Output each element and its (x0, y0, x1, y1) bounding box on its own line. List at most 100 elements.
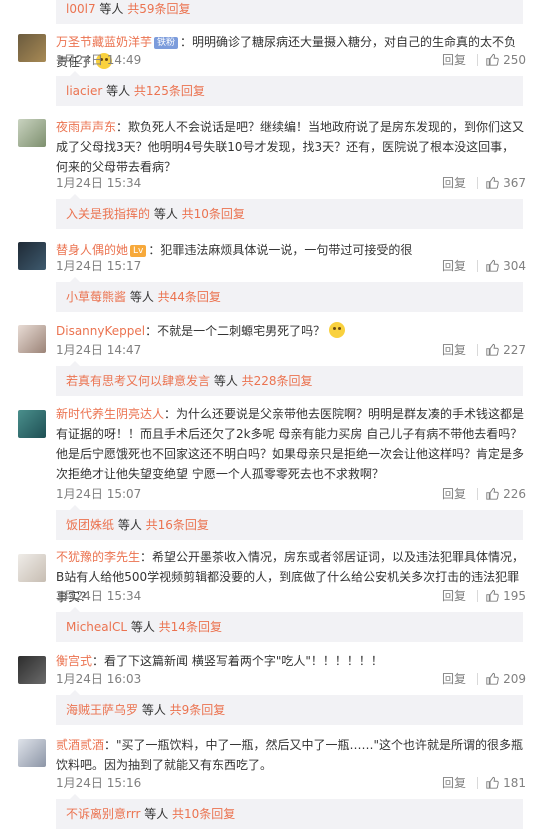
like-count: 304 (503, 259, 526, 273)
like-count: 227 (503, 343, 526, 357)
avatar[interactable] (18, 34, 46, 62)
sub-reply-user[interactable]: 不诉离别意rrr (66, 807, 140, 821)
comment-username[interactable]: DisannyKeppel (56, 324, 145, 338)
comment-text: DisannyKeppel：不就是一个二刺螈宅男死了吗？ (56, 321, 526, 341)
avatar[interactable] (18, 119, 46, 147)
sub-reply-count[interactable]: 共10条回复 (182, 207, 245, 221)
like-count: 226 (503, 487, 526, 501)
sub-reply-user[interactable]: liacier (66, 84, 102, 98)
reply-button[interactable]: 回复 (442, 340, 466, 360)
sub-reply-bar[interactable]: 不诉离别意rrr 等人 共10条回复 (56, 794, 523, 829)
sub-reply-count[interactable]: 共125条回复 (134, 84, 205, 98)
comment-text: 夜雨声声东：欺负死人不会说话是吧？继续编！当地政府说了是房东发现的，到你们这又成… (56, 117, 526, 177)
comment-feed: l00l7 等人 共59条回复 万圣节藏蓝奶洋芋 铁粉 ：明明确诊了糖尿病还大量摄入… (0, 0, 551, 829)
comment-username[interactable]: 贰酒贰酒 (56, 738, 104, 752)
like-button[interactable]: 209 (484, 669, 526, 689)
sub-reply-user[interactable]: 海贼王萨乌罗 (66, 703, 138, 717)
comment-body: ："买了一瓶饮料，中了一瓶，然后又中了一瓶……"这个也许就是所谓的很多瓶饮料吧。… (56, 738, 524, 772)
avatar[interactable] (18, 410, 46, 438)
comment-meta: 1月24日 15:17 回复 304 (56, 256, 526, 276)
divider (477, 260, 478, 272)
comment-meta: 1月24日 15:16 回复 181 (56, 773, 526, 793)
comment-date: 1月24日 14:49 (56, 53, 142, 67)
comment-date: 1月24日 15:17 (56, 259, 142, 273)
thumbs-up-icon (486, 343, 499, 356)
comment-body: ：欺负死人不会说话是吧？继续编！当地政府说了是房东发现的，到你们这又成了父母找3… (56, 120, 525, 174)
avatar[interactable] (18, 656, 46, 684)
comment-meta: 1月24日 15:07 回复 226 (56, 484, 526, 504)
thumbs-up-icon (486, 589, 499, 602)
comment-username[interactable]: 新时代养生阴亮达人 (56, 407, 164, 421)
sub-reply-count[interactable]: 共9条回复 (170, 703, 226, 717)
comment-body: ：不就是一个二刺螈宅男死了吗？ (145, 324, 326, 338)
reply-button[interactable]: 回复 (442, 484, 466, 504)
divider (477, 673, 478, 685)
divider (477, 54, 478, 66)
divider (477, 344, 478, 356)
comment-username[interactable]: 不犹豫的李先生 (56, 550, 140, 564)
comment-username[interactable]: 夜雨声声东 (56, 120, 116, 134)
sub-reply-count[interactable]: 共228条回复 (242, 374, 313, 388)
comment-meta: 1月24日 14:47 回复 227 (56, 340, 526, 360)
avatar[interactable] (18, 325, 46, 353)
sub-reply-count[interactable]: 共59条回复 (127, 2, 190, 16)
sub-reply-count[interactable]: 共14条回复 (159, 620, 222, 634)
like-button[interactable]: 226 (484, 484, 526, 504)
divider (477, 488, 478, 500)
reply-button[interactable]: 回复 (442, 256, 466, 276)
like-button[interactable]: 181 (484, 773, 526, 793)
avatar[interactable] (18, 739, 46, 767)
sub-reply-bar[interactable]: MichealCL 等人 共14条回复 (56, 607, 523, 642)
fan-badge: 铁粉 (154, 37, 179, 49)
comment-date: 1月24日 14:47 (56, 343, 142, 357)
comment-date: 1月24日 15:34 (56, 176, 142, 190)
sub-reply-count[interactable]: 共10条回复 (172, 807, 235, 821)
like-count: 367 (503, 176, 526, 190)
reply-button[interactable]: 回复 (442, 773, 466, 793)
sub-reply-user[interactable]: MichealCL (66, 620, 127, 634)
comment-date: 1月24日 16:03 (56, 672, 142, 686)
sub-reply-bar[interactable]: 饭团姝纸 等人 共16条回复 (56, 505, 523, 540)
thumbs-up-icon (486, 487, 499, 500)
like-button[interactable]: 250 (484, 50, 526, 70)
sub-reply-user[interactable]: 若真有思考又何以肆意发言 (66, 374, 210, 388)
like-count: 209 (503, 672, 526, 686)
sub-reply-bar[interactable]: liacier 等人 共125条回复 (56, 71, 523, 106)
comment-meta: 1月24日 15:34 回复 367 (56, 173, 526, 193)
emoji-icon (328, 322, 345, 338)
like-button[interactable]: 304 (484, 256, 526, 276)
comment-meta: 1月24日 15:34 回复 195 (56, 586, 526, 606)
like-button[interactable]: 367 (484, 173, 526, 193)
like-count: 181 (503, 776, 526, 790)
avatar[interactable] (18, 554, 46, 582)
reply-button[interactable]: 回复 (442, 173, 466, 193)
divider (477, 777, 478, 789)
like-button[interactable]: 195 (484, 586, 526, 606)
reply-button[interactable]: 回复 (442, 669, 466, 689)
comment-username[interactable]: 替身人偶的她 (56, 243, 128, 257)
sub-reply-bar[interactable]: 小草莓熊酱 等人 共44条回复 (56, 277, 523, 312)
avatar[interactable] (18, 242, 46, 270)
sub-reply-count[interactable]: 共44条回复 (158, 290, 221, 304)
comment-username[interactable]: 万圣节藏蓝奶洋芋 (56, 35, 152, 49)
sub-reply-bar[interactable]: l00l7 等人 共59条回复 (56, 0, 523, 24)
like-button[interactable]: 227 (484, 340, 526, 360)
reply-button[interactable]: 回复 (442, 586, 466, 606)
comment-meta: 1月24日 16:03 回复 209 (56, 669, 526, 689)
comment-meta: 1月24日 14:49 回复 250 (56, 50, 526, 70)
thumbs-up-icon (486, 53, 499, 66)
like-count: 195 (503, 589, 526, 603)
sub-reply-bar[interactable]: 入关是我指挥的 等人 共10条回复 (56, 194, 523, 229)
comment-date: 1月24日 15:07 (56, 487, 142, 501)
reply-button[interactable]: 回复 (442, 50, 466, 70)
sub-reply-count[interactable]: 共16条回复 (146, 518, 209, 532)
like-count: 250 (503, 53, 526, 67)
sub-reply-user[interactable]: l00l7 (66, 2, 96, 16)
sub-reply-user[interactable]: 入关是我指挥的 (66, 207, 150, 221)
sub-reply-user[interactable]: 饭团姝纸 (66, 518, 114, 532)
sub-reply-bar[interactable]: 海贼王萨乌罗 等人 共9条回复 (56, 690, 523, 725)
thumbs-up-icon (486, 176, 499, 189)
sub-reply-user[interactable]: 小草莓熊酱 (66, 290, 126, 304)
sub-reply-bar[interactable]: 若真有思考又何以肆意发言 等人 共228条回复 (56, 361, 523, 396)
comment-username[interactable]: 衡宫式 (56, 654, 92, 668)
